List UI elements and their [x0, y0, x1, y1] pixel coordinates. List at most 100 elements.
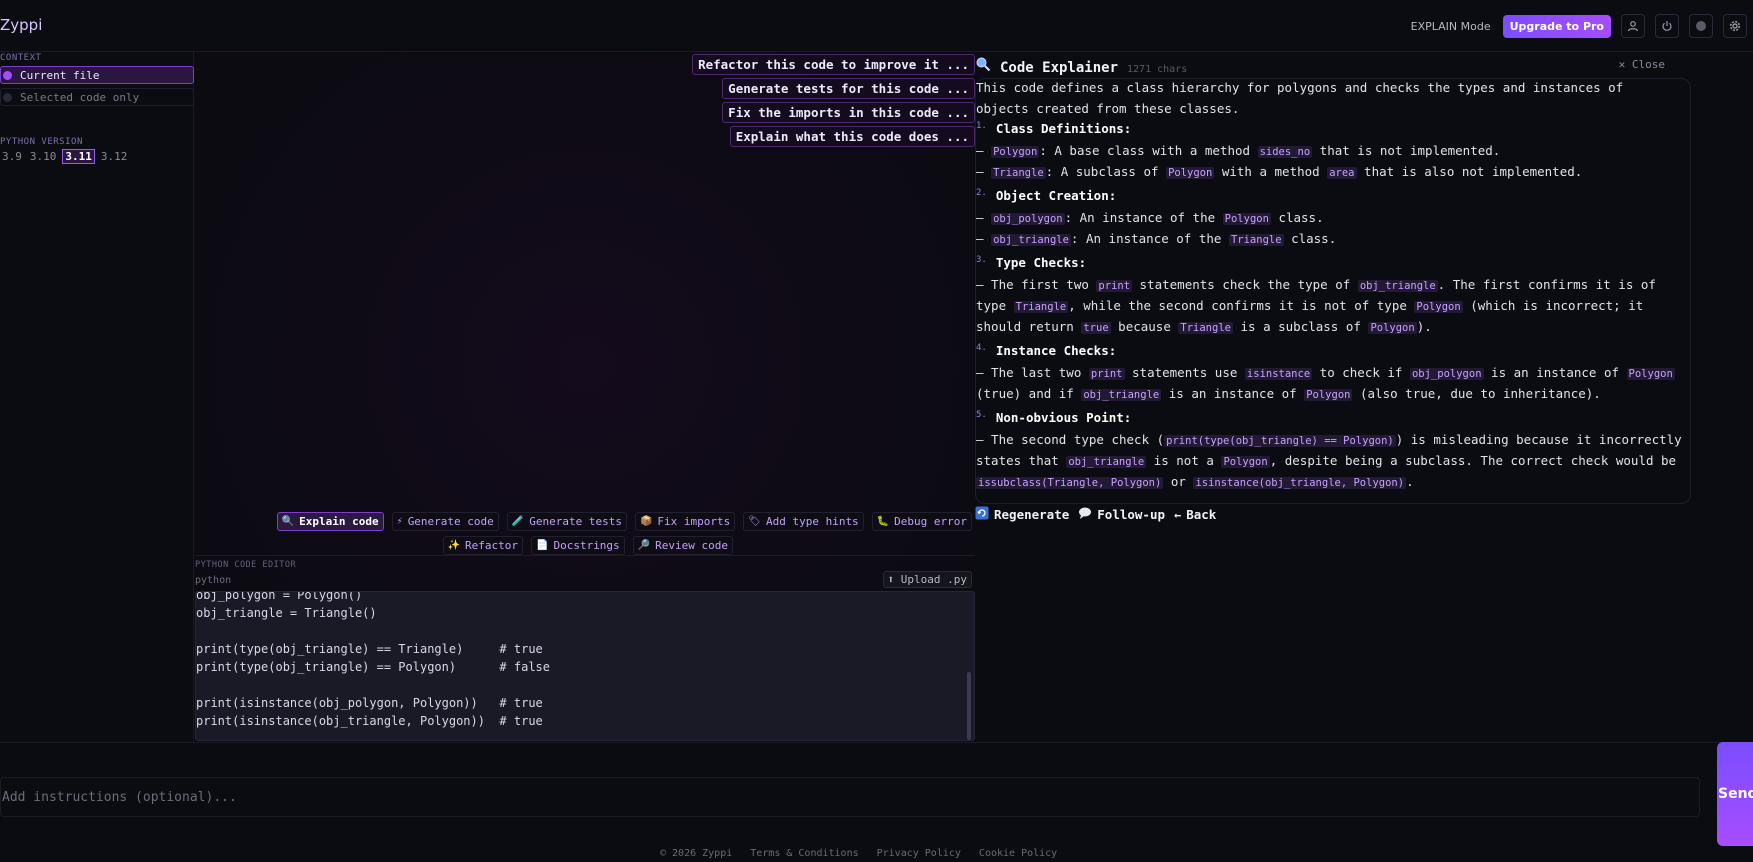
help-icon-glyph [1696, 21, 1706, 31]
text: is an instance of [1161, 386, 1305, 401]
add-type-hints-button[interactable]: 🏷 Add type hints [743, 512, 864, 531]
close-button[interactable]: ✕ Close [1619, 58, 1665, 71]
action-label: Docstrings [553, 539, 620, 552]
text: because [1110, 319, 1179, 334]
action-label: Fix imports [657, 515, 731, 528]
text: is a subclass of [1232, 319, 1369, 334]
explanation-line: issubclass(Triangle, Polygon) or isinsta… [976, 473, 1414, 492]
text: This code defines a class hierarchy for … [976, 80, 1624, 95]
inline-code: Polygon [1626, 368, 1675, 380]
cookie-link[interactable]: Cookie Policy [979, 848, 1057, 859]
debug-error-button[interactable]: 🐛 Debug error [871, 512, 972, 531]
section-title: Object Creation [995, 188, 1109, 204]
python-version-selector: 3.9 3.10 3.11 3.12 [0, 149, 129, 164]
review-code-button[interactable]: 🔎 Review code [632, 536, 733, 555]
regenerate-label: Regenerate [994, 507, 1070, 522]
back-arrow-icon: ← [1174, 507, 1182, 522]
inline-code: obj_triangle [991, 234, 1071, 246]
search-icon: 🔍 [281, 516, 295, 527]
python-version-3-12[interactable]: 3.12 [99, 149, 130, 164]
suggestion-list: Refactor this code to improve it ... Gen… [692, 54, 975, 147]
python-version-3-9[interactable]: 3.9 [0, 149, 24, 164]
power-icon[interactable] [1655, 14, 1679, 38]
top-bar: Zyppi EXPLAIN Mode Upgrade to Pro [0, 0, 1753, 52]
inline-code: Polygon [1304, 389, 1353, 401]
help-icon[interactable] [1689, 14, 1713, 38]
context-option-selected-code[interactable]: Selected code only [0, 88, 194, 106]
regenerate-button[interactable]: Regenerate [975, 506, 1069, 523]
code-editor[interactable]: obj_polygon = Polygon() obj_triangle = T… [195, 591, 975, 741]
text: to check if [1312, 365, 1410, 380]
section-title: Type Checks [995, 255, 1079, 271]
inline-code: Triangle [1013, 301, 1069, 313]
tag-icon: 🏷 [748, 516, 761, 527]
power-icon-glyph [1662, 21, 1672, 31]
action-label: Review code [655, 539, 728, 552]
radio-selected-icon [3, 70, 12, 80]
inline-code: obj_polygon [991, 213, 1065, 225]
context-option-current-file[interactable]: Current file [0, 66, 194, 84]
explainer-header: Code Explainer 1271 chars [975, 56, 1187, 76]
privacy-link[interactable]: Privacy Policy [877, 848, 961, 859]
refresh-icon [975, 506, 989, 523]
action-label: Explain code [299, 515, 379, 528]
inline-code: Polygon [1166, 167, 1215, 179]
text: : An instance of the [1070, 231, 1229, 246]
python-version-3-10[interactable]: 3.10 [28, 149, 59, 164]
explain-code-button[interactable]: 🔍 Explain code [276, 512, 384, 531]
user-icon-glyph [1627, 21, 1639, 32]
text: – The last two [976, 365, 1089, 380]
text: statements check the type of [1132, 277, 1358, 292]
chat-bubble-icon [1078, 506, 1092, 523]
brand-logo[interactable]: Zyppi [0, 16, 42, 34]
docstrings-button[interactable]: 📄 Docstrings [531, 536, 625, 555]
code-line: print(isinstance(obj_triangle, Polygon))… [196, 714, 543, 728]
suggestion-generate-tests[interactable]: Generate tests for this code ... [722, 78, 975, 99]
inline-code: area [1327, 167, 1357, 179]
explainer-title: Code Explainer [1000, 60, 1119, 76]
terms-link[interactable]: Terms & Conditions [750, 848, 858, 859]
fix-imports-button[interactable]: 📦 Fix imports [634, 512, 736, 531]
gear-icon-glyph [1729, 20, 1741, 32]
upload-py-button[interactable]: ⬆ Upload .py [882, 571, 972, 588]
text: is not a [1146, 453, 1222, 468]
inline-code: Polygon [991, 146, 1040, 158]
radio-unselected-icon [3, 92, 12, 102]
text: : An instance of the [1064, 210, 1223, 225]
inline-code: obj_triangle [1066, 456, 1147, 468]
generate-tests-button[interactable]: 🧪 Generate tests [506, 512, 627, 531]
suggestion-fix-imports[interactable]: Fix the imports in this code ... [722, 102, 975, 123]
python-version-heading: PYTHON VERSION [0, 137, 83, 147]
section-number: 1. [976, 121, 987, 131]
section-number: 2. [976, 188, 987, 198]
send-button[interactable]: Send [1717, 742, 1753, 846]
inline-code: Triangle [1178, 322, 1233, 334]
gear-icon[interactable] [1723, 14, 1747, 38]
follow-up-button[interactable]: Follow-up [1078, 506, 1165, 523]
explanation-line: – obj_triangle: An instance of the Trian… [976, 231, 1337, 246]
inline-code: obj_triangle [1081, 389, 1162, 401]
text: (also true, due to inheritance). [1352, 386, 1601, 401]
mode-label: EXPLAIN Mode [1410, 19, 1491, 33]
generate-code-button[interactable]: ⚡ Generate code [391, 512, 499, 531]
inline-code: Polygon [1221, 456, 1270, 468]
text: . [1406, 474, 1414, 489]
document-icon: 📄 [536, 540, 549, 551]
suggestion-explain[interactable]: Explain what this code does ... [729, 126, 975, 147]
text: class. [1283, 231, 1337, 246]
editor-scrollbar[interactable] [967, 672, 971, 740]
python-version-3-11[interactable]: 3.11 [62, 149, 95, 164]
explanation-line: – The first two print statements check t… [976, 276, 1656, 295]
suggestion-refactor[interactable]: Refactor this code to improve it ... [692, 54, 975, 75]
action-row-secondary: ✨ Refactor 📄 Docstrings 🔎 Review code [442, 536, 733, 555]
context-option-label: Current file [20, 68, 100, 82]
user-icon[interactable] [1621, 14, 1645, 38]
section-heading: 1. Class Definitions: [976, 121, 1132, 137]
action-label: Generate tests [529, 515, 622, 528]
instructions-input[interactable] [0, 777, 1700, 817]
refactor-button[interactable]: ✨ Refactor [442, 536, 523, 555]
bug-icon: 🐛 [876, 516, 890, 527]
section-number: 3. [976, 255, 987, 265]
back-button[interactable]: ← Back [1174, 506, 1216, 523]
upgrade-button[interactable]: Upgrade to Pro [1502, 14, 1611, 38]
